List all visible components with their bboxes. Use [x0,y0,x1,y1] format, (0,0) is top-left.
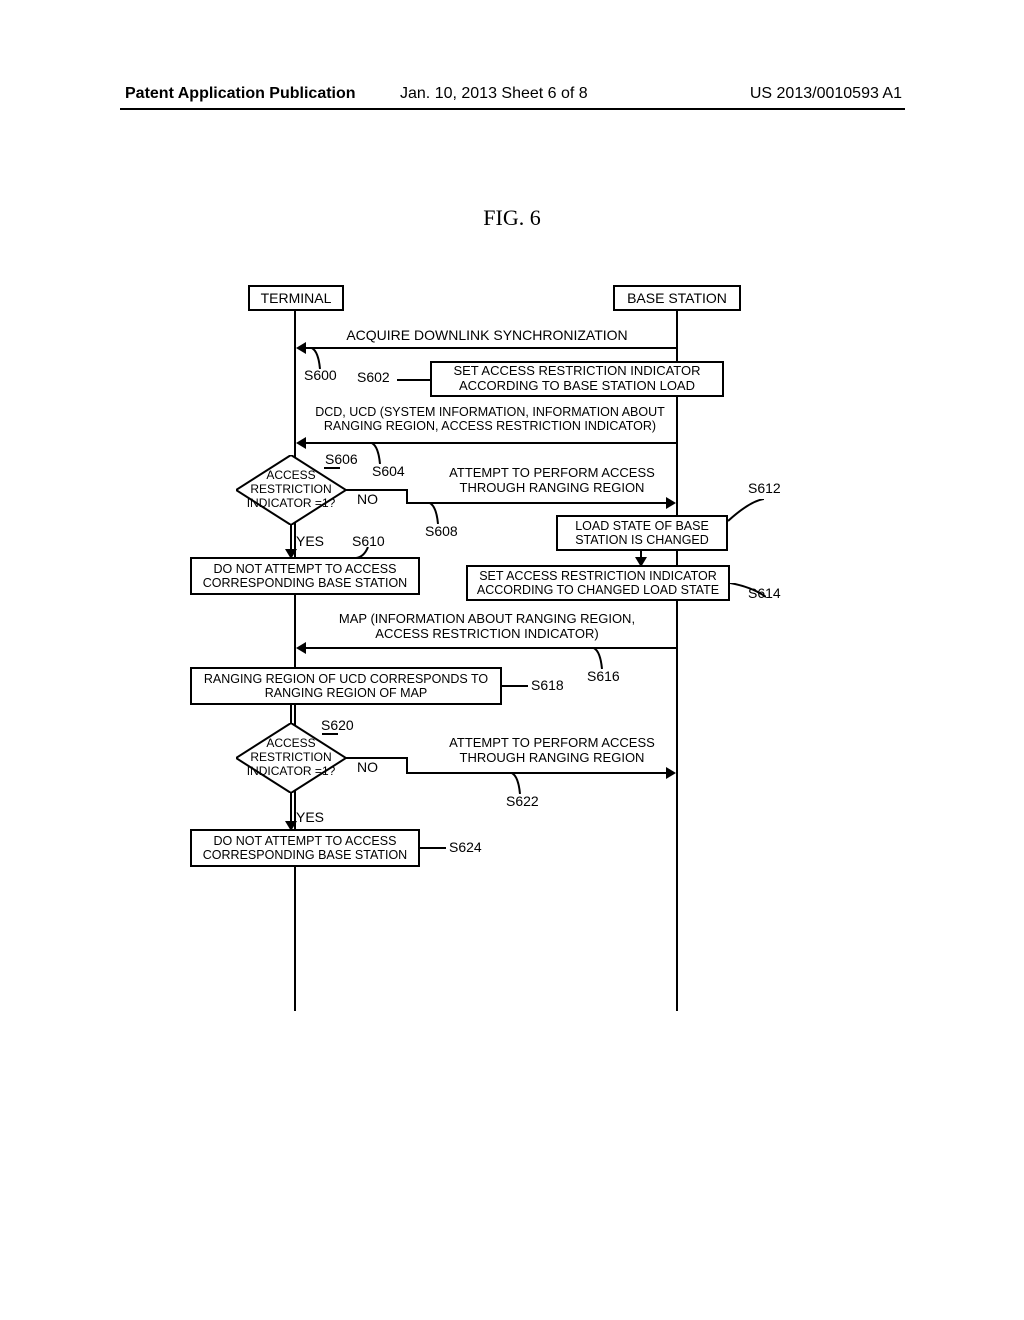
d1-yes-label: YES [296,533,324,549]
msg-dcd-ucd: DCD, UCD (SYSTEM INFORMATION, INFORMATIO… [300,405,680,433]
base-station-entity-label: BASE STATION [627,290,727,306]
p3-to-p4-line [640,551,642,559]
s600-label: S600 [304,367,337,383]
box-load-state-changed: LOAD STATE OF BASE STATION IS CHANGED [556,515,728,551]
s612-leader [728,499,764,528]
s614-leader [730,583,766,606]
terminal-entity: TERMINAL [248,285,344,311]
header-right: US 2013/0010593 A1 [750,85,902,103]
box-set-indicator-load-text: SET ACCESS RESTRICTION INDICATOR ACCORDI… [436,364,718,394]
terminal-entity-label: TERMINAL [261,290,332,306]
s610-leader [356,547,374,566]
p5-to-d2-line [290,705,292,723]
decision-indicator-2-label: ACCESS RESTRICTION INDICATOR =1? [247,737,336,778]
box-load-state-changed-text: LOAD STATE OF BASE STATION IS CHANGED [562,519,722,548]
d2-no-label: NO [357,759,378,775]
terminal-lifeline [294,311,296,1011]
d1-yes-line [290,525,292,551]
s602-label: S602 [357,369,390,385]
msg-map-text: MAP (INFORMATION ABOUT RANGING REGION, A… [339,611,635,641]
s606-label: S606 [325,451,358,467]
box-ranging-corresponds-text: RANGING REGION OF UCD CORRESPONDS TO RAN… [196,672,496,701]
header-rule [120,108,905,110]
d1-no-elbow [406,489,408,504]
s624-leader [420,847,446,849]
msg-attempt-access-1-text: ATTEMPT TO PERFORM ACCESS THROUGH RANGIN… [449,465,655,495]
d2-yes-label: YES [296,809,324,825]
header-left: Patent Application Publication [125,85,356,103]
s604-label: S604 [372,463,405,479]
box-ranging-corresponds: RANGING REGION OF UCD CORRESPONDS TO RAN… [190,667,502,705]
arrow-dcd-ucd [304,442,676,444]
box-set-indicator-changed-text: SET ACCESS RESTRICTION INDICATOR ACCORDI… [472,569,724,598]
msg-map: MAP (INFORMATION ABOUT RANGING REGION, A… [312,611,662,641]
msg-acquire-downlink: ACQUIRE DOWNLINK SYNCHRONIZATION [312,327,662,343]
arrow-acquire-downlink [304,347,676,349]
s602-leader [397,379,430,381]
arrow-attempt-access-2 [406,772,668,774]
s620-label: S620 [321,717,354,733]
box-do-not-attempt-2: DO NOT ATTEMPT TO ACCESS CORRESPONDING B… [190,829,420,867]
s624-label: S624 [449,839,482,855]
s608-label: S608 [425,523,458,539]
d1-no-label: NO [357,491,378,507]
s618-leader [502,685,528,687]
msg-dcd-ucd-text: DCD, UCD (SYSTEM INFORMATION, INFORMATIO… [315,405,665,433]
header-center: Jan. 10, 2013 Sheet 6 of 8 [400,85,588,103]
flowchart-diagram: TERMINAL BASE STATION ACQUIRE DOWNLINK S… [212,285,812,1005]
base-station-entity: BASE STATION [613,285,741,311]
d2-no-elbow [406,757,408,774]
s620-leader [322,733,338,735]
box-do-not-attempt-1: DO NOT ATTEMPT TO ACCESS CORRESPONDING B… [190,557,420,595]
d2-yes-line [290,793,292,823]
decision-indicator-1-label: ACCESS RESTRICTION INDICATOR =1? [247,469,336,510]
box-do-not-attempt-1-text: DO NOT ATTEMPT TO ACCESS CORRESPONDING B… [196,562,414,591]
msg-attempt-access-2: ATTEMPT TO PERFORM ACCESS THROUGH RANGIN… [437,735,667,765]
msg-acquire-downlink-text: ACQUIRE DOWNLINK SYNCHRONIZATION [346,327,627,343]
msg-attempt-access-2-text: ATTEMPT TO PERFORM ACCESS THROUGH RANGIN… [449,735,655,765]
s618-label: S618 [531,677,564,693]
s612-label: S612 [748,480,781,496]
s622-label: S622 [506,793,539,809]
arrow-map [304,647,676,649]
box-set-indicator-load: SET ACCESS RESTRICTION INDICATOR ACCORDI… [430,361,724,397]
msg-attempt-access-1: ATTEMPT TO PERFORM ACCESS THROUGH RANGIN… [437,465,667,495]
box-set-indicator-changed: SET ACCESS RESTRICTION INDICATOR ACCORDI… [466,565,730,601]
box-do-not-attempt-2-text: DO NOT ATTEMPT TO ACCESS CORRESPONDING B… [196,834,414,863]
figure-label: FIG. 6 [0,205,1024,231]
s616-label: S616 [587,668,620,684]
